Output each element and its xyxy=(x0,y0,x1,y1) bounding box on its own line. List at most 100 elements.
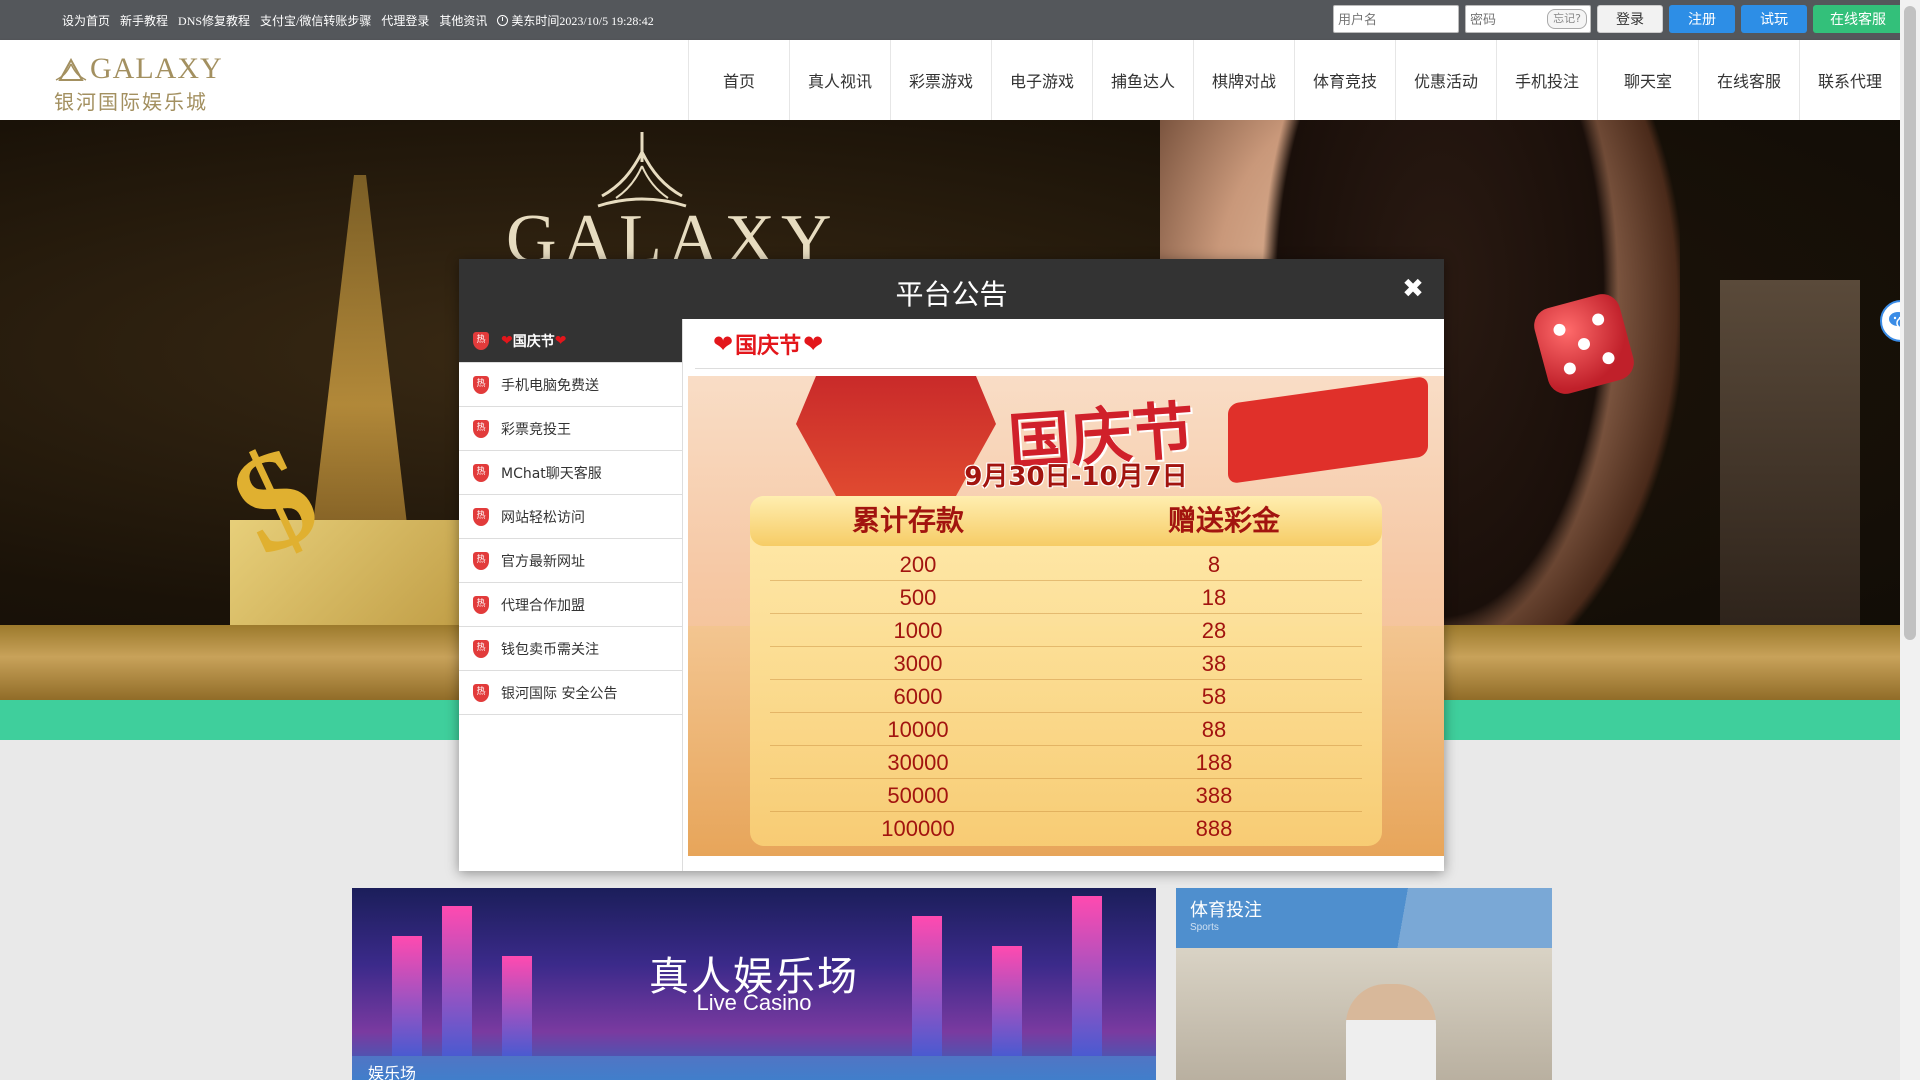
announcement-label: 代理合作加盟 xyxy=(501,597,585,614)
hot-badge-icon: 热 xyxy=(473,507,489,526)
logo-emblem-icon xyxy=(55,58,87,81)
link-dns-fix[interactable]: DNS修复教程 xyxy=(178,12,250,29)
announcement-label: 钱包卖币需关注 xyxy=(501,641,599,658)
heart-icon: ❤ xyxy=(803,329,824,358)
forgot-password-button[interactable]: 忘记? xyxy=(1547,9,1587,29)
col-deposit: 累计存款 xyxy=(851,504,964,537)
deposit-cell: 1000 xyxy=(893,618,943,643)
nav-fishing[interactable]: 捕鱼达人 xyxy=(1092,40,1193,120)
password-wrap: 忘记? xyxy=(1465,5,1591,33)
heart-icon: ❤ xyxy=(501,332,513,349)
hot-badge-icon: 热 xyxy=(473,463,489,482)
deposit-cell: 200 xyxy=(899,552,937,577)
login-form: 忘记? 登录 注册 试玩 在线客服 xyxy=(1333,5,1903,33)
announcement-label: 手机电脑免费送 xyxy=(501,377,599,394)
main-nav: 首页 真人视讯 彩票游戏 电子游戏 捕鱼达人 棋牌对战 体育竞技 优惠活动 手机… xyxy=(688,40,1900,120)
heart-icon: ❤ xyxy=(713,329,734,358)
sports-title: 体育投注 xyxy=(1190,900,1262,921)
clock-text: 美东时间2023/10/5 19:28:42 xyxy=(511,13,654,28)
modal-title: 平台公告 xyxy=(895,278,1008,311)
nav-promotions[interactable]: 优惠活动 xyxy=(1395,40,1496,120)
close-icon[interactable]: ✖ xyxy=(1400,276,1426,302)
announcement-item[interactable]: 热 彩票竞投王 xyxy=(459,407,682,451)
link-agent-login[interactable]: 代理登录 xyxy=(381,12,429,29)
clock: 美东时间2023/10/5 19:28:42 xyxy=(497,12,654,29)
online-service-button[interactable]: 在线客服 xyxy=(1813,5,1903,33)
nav-card-games[interactable]: 棋牌对战 xyxy=(1193,40,1294,120)
link-other-info[interactable]: 其他资讯 xyxy=(439,12,487,29)
nav-mobile-betting[interactable]: 手机投注 xyxy=(1496,40,1597,120)
trial-button[interactable]: 试玩 xyxy=(1741,5,1807,33)
heart-icon: ❤ xyxy=(554,332,567,349)
nav-chatroom[interactable]: 聊天室 xyxy=(1597,40,1698,120)
bonus-table-rows: 200 8 500 18 1000 28 3000 38 6000 58 10000 88 … xyxy=(750,548,1382,845)
nav-live-video[interactable]: 真人视讯 xyxy=(789,40,890,120)
announcement-item[interactable]: 热 银河国际 安全公告 xyxy=(459,671,682,715)
table-row: 10000 88 xyxy=(770,713,1362,746)
content-header: ❤ 国庆节 ❤ xyxy=(695,319,1444,369)
bonus-table: 累计存款 赠送彩金 200 8 500 18 1000 28 3000 38 6000 5… xyxy=(750,496,1382,846)
announcement-item[interactable]: 热 官方最新网址 xyxy=(459,539,682,583)
nav-slots[interactable]: 电子游戏 xyxy=(991,40,1092,120)
announcement-label: 国庆节 xyxy=(512,333,555,350)
hot-badge-icon: 热 xyxy=(473,683,489,702)
bonus-cell: 388 xyxy=(1195,783,1233,808)
top-links: 设为首页 新手教程 DNS修复教程 支付宝/微信转账步骤 代理登录 其他资讯 美… xyxy=(62,0,654,40)
football-player-image xyxy=(1346,984,1436,1080)
link-transfer-steps[interactable]: 支付宝/微信转账步骤 xyxy=(260,12,371,29)
deposit-cell: 50000 xyxy=(887,783,949,808)
sports-panel[interactable]: 体育投注 Sports xyxy=(1176,888,1552,1080)
register-button[interactable]: 注册 xyxy=(1669,5,1735,33)
announcement-label: 彩票竞投王 xyxy=(501,421,571,438)
table-row: 100000 888 xyxy=(770,812,1362,845)
modal-header: 平台公告 ✖ xyxy=(459,259,1444,319)
hot-badge-icon: 热 xyxy=(473,331,489,350)
announcement-list: 热 ❤ 国庆节 ❤ 热 手机电脑免费送 热 彩票竞投王 热 MChat聊天客服 … xyxy=(459,319,683,871)
announcement-item[interactable]: 热 网站轻松访问 xyxy=(459,495,682,539)
table-row: 200 8 xyxy=(770,548,1362,581)
announcement-item[interactable]: 热 代理合作加盟 xyxy=(459,583,682,627)
bonus-cell: 8 xyxy=(1207,552,1221,577)
live-casino-panel[interactable]: 真人娱乐场 Live Casino 娱乐场 xyxy=(352,888,1156,1080)
nav-lottery[interactable]: 彩票游戏 xyxy=(890,40,991,120)
table-row: 3000 38 xyxy=(770,647,1362,680)
announcement-label: 银河国际 安全公告 xyxy=(501,685,618,702)
bonus-cell: 58 xyxy=(1201,684,1227,709)
hot-badge-icon: 热 xyxy=(473,551,489,570)
nav-contact-agent[interactable]: 联系代理 xyxy=(1799,40,1900,120)
announcement-item[interactable]: 热 手机电脑免费送 xyxy=(459,363,682,407)
table-row: 1000 28 xyxy=(770,614,1362,647)
login-button[interactable]: 登录 xyxy=(1597,5,1663,33)
hot-badge-icon: 热 xyxy=(473,419,489,438)
nav-home[interactable]: 首页 xyxy=(688,40,789,120)
deposit-cell: 30000 xyxy=(887,750,949,775)
hot-badge-icon: 热 xyxy=(473,375,489,394)
bonus-cell: 28 xyxy=(1201,618,1227,643)
link-set-homepage[interactable]: 设为首页 xyxy=(62,12,110,29)
nav-online-service[interactable]: 在线客服 xyxy=(1698,40,1799,120)
table-row: 50000 388 xyxy=(770,779,1362,812)
promo-poster: 国庆节 9月30日-10月7日 累计存款 赠送彩金 200 8 500 18 100… xyxy=(688,376,1444,856)
logo[interactable]: GALAXY 银河国际娱乐城 xyxy=(52,48,232,115)
deposit-cell: 3000 xyxy=(893,651,943,676)
logo-chinese-name: 银河国际娱乐城 xyxy=(54,90,208,114)
logo-top: GALAXY xyxy=(52,54,223,84)
col-bonus: 赠送彩金 xyxy=(1167,504,1280,537)
link-beginner-tutorial[interactable]: 新手教程 xyxy=(120,12,168,29)
table-row: 30000 188 xyxy=(770,746,1362,779)
bonus-table-header: 累计存款 赠送彩金 xyxy=(750,496,1382,546)
announcement-label: 网站轻松访问 xyxy=(501,509,585,526)
nav-sports[interactable]: 体育竞技 xyxy=(1294,40,1395,120)
content-title: ❤ 国庆节 ❤ xyxy=(713,328,823,360)
username-input[interactable] xyxy=(1333,5,1459,33)
announcement-modal: 平台公告 ✖ 热 ❤ 国庆节 ❤ 热 手机电脑免费送 热 彩票竞投王 热 MCh… xyxy=(459,259,1444,871)
announcement-item-national-day[interactable]: 热 ❤ 国庆节 ❤ xyxy=(459,319,682,363)
deposit-cell: 10000 xyxy=(887,717,949,742)
announcement-item[interactable]: 热 钱包卖币需关注 xyxy=(459,627,682,671)
live-casino-subtitle: Live Casino xyxy=(696,990,812,1015)
announcement-label: 官方最新网址 xyxy=(501,553,585,570)
scrollbar[interactable] xyxy=(1900,0,1920,1080)
bonus-cell: 888 xyxy=(1195,816,1233,841)
announcement-item[interactable]: 热 MChat聊天客服 xyxy=(459,451,682,495)
scrollbar-thumb[interactable] xyxy=(1904,6,1916,640)
